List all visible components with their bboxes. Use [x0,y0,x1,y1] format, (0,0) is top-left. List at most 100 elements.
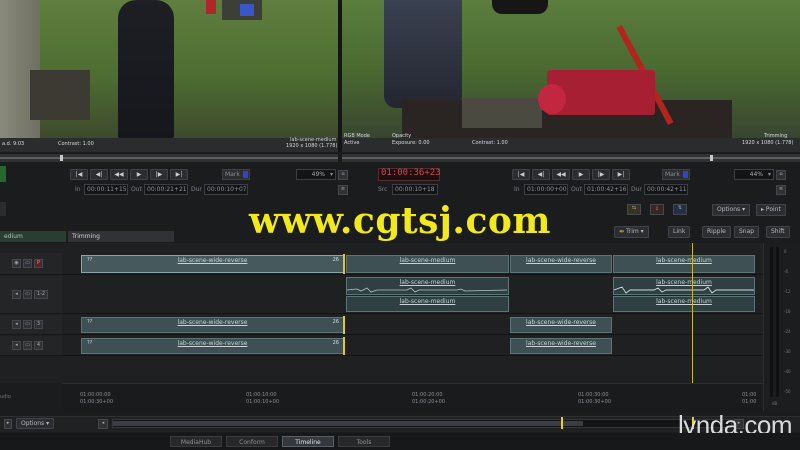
record-options-icon[interactable]: ≡ [776,185,786,195]
video-track-patch[interactable]: P [34,259,43,268]
record-frame-image [342,0,800,138]
record-out-label: Out [571,186,582,193]
audio12-speaker-icon[interactable]: ◂ [12,290,21,299]
audio12-lock-icon[interactable]: ▭ [23,290,32,299]
meter-channel-2 [776,247,779,397]
scroll-left-arrow[interactable]: ◂ [98,419,108,429]
record-go-end-button[interactable]: ▶| [612,169,630,180]
scroll-thumb[interactable] [113,421,583,426]
timeline-clip[interactable]: ?? lab-scene-wide-reverse 26 [81,255,344,273]
track-header-audio-4: ◂ ▭ 4 [0,336,62,356]
timeline-clip[interactable]: lab-scene-wide-reverse [510,338,612,354]
source-overlay-contrast: Contrast: 1.00 [58,141,94,147]
source-step-forward-button[interactable]: |▶ [150,169,168,180]
audio3-speaker-icon[interactable]: ◂ [12,320,21,329]
record-overlay-state: Active [344,140,360,146]
timeline-ruler[interactable]: 01:00:00:00 01:00:30+00 01:00:10:00 01:0… [62,383,763,411]
source-go-start-button[interactable]: |◀ [70,169,88,180]
track-header-audio-12: ◂ ▭ 1-2 [0,276,62,314]
ruler-tick: 01:00:30+00 [578,399,612,405]
video-track-lane[interactable]: ?? lab-scene-wide-reverse 26 lab-scene-m… [62,253,763,275]
audio12-patch[interactable]: 1-2 [34,290,48,299]
timeline-clip[interactable]: lab-scene-wide-reverse [510,317,612,333]
record-lock-icon[interactable]: ⌂ [776,170,786,180]
source-step-back-button[interactable]: ◀| [90,169,108,180]
audio4-speaker-icon[interactable]: ◂ [12,341,21,350]
ruler-tick: 01:00:30:00 [578,392,609,398]
tab-timeline[interactable]: Timeline [282,436,334,447]
timeline-clip[interactable]: lab-scene-medium [613,255,755,273]
audio-12-track-lane[interactable]: lab-scene-medium lab-scene-medium lab-sc… [62,276,763,314]
record-mark-button[interactable]: Mark [662,169,690,180]
timeline-clip[interactable]: ?? lab-scene-wide-reverse 26 [81,317,344,333]
source-mark-button[interactable]: Mark [222,169,250,180]
timeline-clip[interactable]: lab-scene-wide-reverse [510,255,612,273]
source-out-field[interactable]: 00:00:21+21 [144,184,188,195]
ruler-tick: 01:00 [742,399,757,405]
record-scrub-handle[interactable] [710,155,713,161]
record-src-field[interactable]: 00:00:10+18 [392,184,438,195]
source-scrub-bar[interactable] [0,154,338,162]
record-overlay-clipname: Trimming [764,133,788,139]
timeline-audio-clip[interactable]: lab-scene-medium [613,296,755,312]
audio3-lock-icon[interactable]: ▭ [23,320,32,329]
tab-tools[interactable]: Tools [338,436,390,447]
timeline-panel[interactable]: ◉ ▭ P ◂ ▭ 1-2 ◂ ▭ 3 ◂ ▭ 4 ?? lab-scene-w… [0,243,763,383]
record-zoom-select[interactable]: 44% [734,169,774,180]
record-dur-field[interactable]: 00:00:42+11 [644,184,688,195]
audio4-patch[interactable]: 4 [34,341,43,350]
source-scrub-handle[interactable] [60,155,63,161]
record-go-start-button[interactable]: |◀ [512,169,530,180]
record-step-back-button[interactable]: ◀| [532,169,550,180]
record-scrub-bar[interactable] [342,154,800,162]
audio3-patch[interactable]: 3 [34,320,43,329]
timeline-audio-clip[interactable]: lab-scene-medium [346,296,509,312]
timeline-playhead[interactable] [692,243,693,391]
site-watermark: www.cgtsj.com [249,200,551,242]
record-out-field[interactable]: 01:00:42+16 [584,184,628,195]
source-options-icon[interactable]: ≡ [338,185,348,195]
bottom-left-icon[interactable]: ▸ [4,419,12,429]
timeline-horizontal-scrollbar[interactable] [112,419,732,428]
ruler-tick: 01:00:30+00 [80,399,114,405]
ruler-tick: 01:00 [742,392,757,398]
record-play-button[interactable]: ▶ [572,169,590,180]
meter-channel-1 [770,247,773,397]
timeline-clip[interactable]: ?? lab-scene-wide-reverse 26 [81,338,344,354]
bottom-options-button[interactable]: Options ▾ [16,418,55,429]
source-go-end-button[interactable]: ▶| [170,169,188,180]
source-lock-icon[interactable]: ⌂ [338,170,348,180]
source-play-button[interactable]: ▶ [130,169,148,180]
mode-tab-bar [0,433,800,450]
record-overlay-mode: RGB Mode [344,133,370,139]
video-track-lock-icon[interactable]: ▭ [23,259,32,268]
track-header-video: ◉ ▭ P [0,253,62,275]
audio4-lock-icon[interactable]: ▭ [23,341,32,350]
timeline-audio-clip[interactable]: lab-scene-medium [346,277,509,295]
timeline-clip[interactable]: lab-scene-medium [346,255,509,273]
record-step-forward-button[interactable]: |▶ [592,169,610,180]
record-src-label: Src [378,186,388,193]
source-active-indicator [0,166,6,182]
source-viewer[interactable]: a.d. 9:03 Contrast: 1.00 lab-scene-mediu… [0,0,338,152]
source-zoom-select[interactable]: 49% [296,169,336,180]
trim-point-marker[interactable] [343,316,345,334]
source-dur-field[interactable]: 00:00:10+07 [204,184,248,195]
trim-point-marker[interactable] [343,337,345,355]
record-viewer[interactable]: RGB Mode Active Opacity Exposure: 0.00 C… [342,0,800,152]
timeline-audio-clip[interactable]: lab-scene-medium [613,277,755,295]
source-dur-label: Dur [191,186,202,193]
record-rewind-button[interactable]: ◀◀ [552,169,570,180]
source-in-field[interactable]: 00:00:11+15 [84,184,128,195]
trim-point-marker[interactable] [343,254,345,274]
audio-4-track-lane[interactable]: ?? lab-scene-wide-reverse 26 lab-scene-w… [62,336,763,356]
ruler-tick: 01:00:10+00 [246,399,280,405]
record-overlay-res: 1920 x 1080 (1.778) [742,140,794,146]
record-in-field[interactable]: 01:00:00+00 [524,184,568,195]
tab-conform[interactable]: Conform [226,436,278,447]
video-track-eye-icon[interactable]: ◉ [12,259,21,268]
source-rewind-button[interactable]: ◀◀ [110,169,128,180]
tab-mediahub[interactable]: MediaHub [170,436,222,447]
record-timecode-display[interactable]: 01:00:36+23 [378,168,441,181]
audio-3-track-lane[interactable]: ?? lab-scene-wide-reverse 26 lab-scene-w… [62,315,763,335]
